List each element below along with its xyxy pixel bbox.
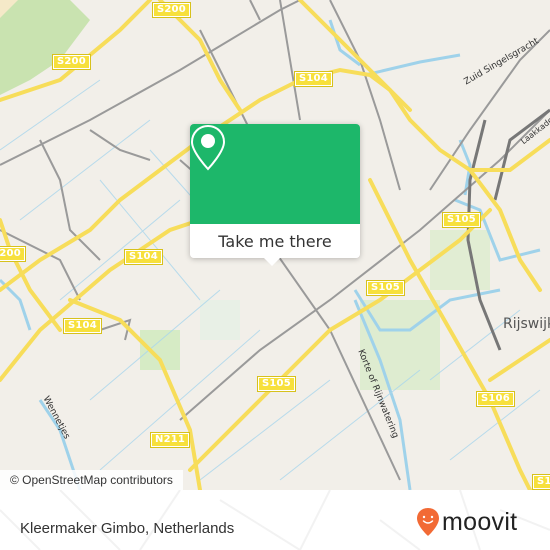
road-label-s200: S200: [0, 246, 26, 262]
road-label-s200: S200: [52, 54, 91, 70]
location-popup[interactable]: Take me there: [190, 124, 360, 266]
road-label-s104: S104: [294, 71, 333, 87]
road-label-s14: S14: [532, 474, 550, 490]
moovit-logo[interactable]: moovit: [416, 507, 517, 537]
road-label-n211: N211: [149, 432, 191, 448]
map-pin-icon: [190, 124, 226, 171]
road-label-s105: S105: [442, 212, 481, 228]
road-label-s105: S105: [366, 280, 405, 296]
map-attribution[interactable]: © OpenStreetMap contributors: [0, 470, 183, 490]
place-label-rijswijk: Rijswijk: [503, 316, 550, 332]
popup-pointer: [264, 258, 280, 266]
road-label-s106: S106: [476, 391, 515, 407]
popup-header: [190, 124, 360, 234]
road-label-s105: S105: [257, 376, 296, 392]
map[interactable]: S200 S200 S200 S104 S104 S104 S105 S105 …: [0, 0, 550, 490]
take-me-there-button[interactable]: Take me there: [190, 224, 360, 258]
road-label-s104: S104: [124, 249, 163, 265]
location-title: Kleermaker Gimbo, Netherlands: [20, 520, 235, 537]
road-label-s200: S200: [152, 2, 191, 18]
moovit-pin-icon: [417, 508, 439, 536]
moovit-wordmark: moovit: [442, 507, 518, 536]
road-label-s104: S104: [63, 318, 102, 334]
